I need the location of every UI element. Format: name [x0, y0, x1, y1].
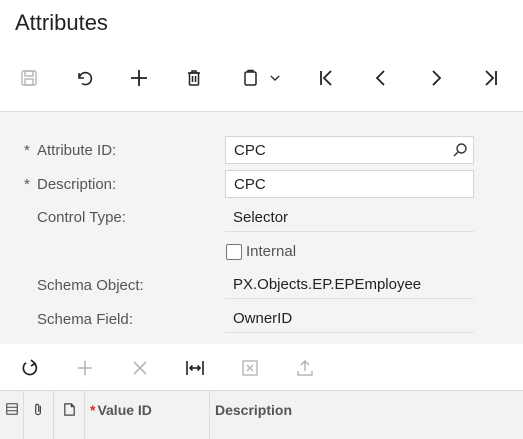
copy-paste-button[interactable]: [232, 60, 284, 96]
previous-record-button[interactable]: [364, 60, 398, 96]
control-type-field[interactable]: Selector: [225, 204, 474, 232]
column-header-description[interactable]: Description: [210, 391, 523, 439]
last-record-icon: [485, 70, 497, 86]
column-header-label: Description: [215, 402, 293, 418]
save-icon: [21, 70, 37, 86]
next-record-icon: [432, 70, 442, 86]
previous-record-icon: [375, 70, 385, 86]
next-record-button[interactable]: [419, 60, 453, 96]
column-header-value-id[interactable]: * Value ID: [85, 391, 210, 439]
search-icon[interactable]: [452, 142, 468, 158]
refresh-icon: [22, 359, 38, 376]
description-value: CPC: [234, 176, 266, 193]
delete-button[interactable]: [177, 60, 211, 96]
grid-toolbar: [0, 353, 523, 385]
internal-checkbox[interactable]: [226, 244, 242, 260]
page-title: Attributes: [15, 10, 108, 35]
row-selector-icon: [6, 403, 18, 415]
add-icon: [131, 70, 147, 86]
attachment-icon[interactable]: [31, 402, 46, 417]
delete-row-icon: [133, 361, 147, 375]
schema-field-field[interactable]: OwnerID: [225, 305, 474, 333]
grid-header-cell: [0, 391, 24, 439]
delete-row-button[interactable]: [123, 353, 157, 383]
chevron-down-icon: [270, 75, 280, 81]
add-button[interactable]: [122, 60, 156, 96]
add-row-button[interactable]: [68, 353, 102, 383]
internal-label: Internal: [246, 243, 297, 260]
schema-field-label: Schema Field:: [37, 311, 133, 328]
attribute-id-value: CPC: [234, 142, 266, 159]
control-type-label: Control Type:: [37, 209, 126, 226]
upload-button[interactable]: [288, 353, 322, 383]
grid-header-cell: [24, 391, 54, 439]
first-record-button[interactable]: [309, 60, 343, 96]
description-field[interactable]: CPC: [225, 170, 474, 198]
upload-icon: [297, 359, 313, 376]
first-record-icon: [320, 70, 332, 86]
delete-icon: [188, 70, 200, 86]
required-marker: *: [24, 142, 30, 159]
grid-header-cell: [54, 391, 85, 439]
schema-object-value: PX.Objects.EP.EPEmployee: [233, 276, 422, 293]
fit-columns-button[interactable]: [178, 353, 212, 383]
main-toolbar: [0, 60, 523, 98]
grid-header: * Value ID Description: [0, 390, 523, 439]
export-excel-icon: [242, 360, 258, 376]
note-icon[interactable]: [62, 402, 77, 417]
required-marker: *: [90, 402, 96, 418]
copy-paste-icon: [244, 69, 257, 86]
refresh-button[interactable]: [13, 353, 47, 383]
add-row-icon: [78, 361, 92, 375]
save-button[interactable]: [12, 60, 46, 96]
description-label: Description:: [37, 176, 117, 193]
export-excel-button[interactable]: [233, 353, 267, 383]
schema-object-label: Schema Object:: [37, 277, 144, 294]
schema-field-value: OwnerID: [233, 310, 293, 327]
attribute-id-label: Attribute ID:: [37, 142, 117, 159]
undo-icon: [78, 71, 93, 86]
required-marker: *: [24, 176, 30, 193]
attribute-id-field[interactable]: CPC: [225, 136, 474, 164]
last-record-button[interactable]: [474, 60, 508, 96]
column-header-label: Value ID: [97, 402, 152, 418]
fit-columns-icon: [186, 361, 204, 375]
schema-object-field[interactable]: PX.Objects.EP.EPEmployee: [225, 271, 474, 299]
control-type-value: Selector: [233, 209, 289, 226]
undo-button[interactable]: [67, 60, 101, 96]
